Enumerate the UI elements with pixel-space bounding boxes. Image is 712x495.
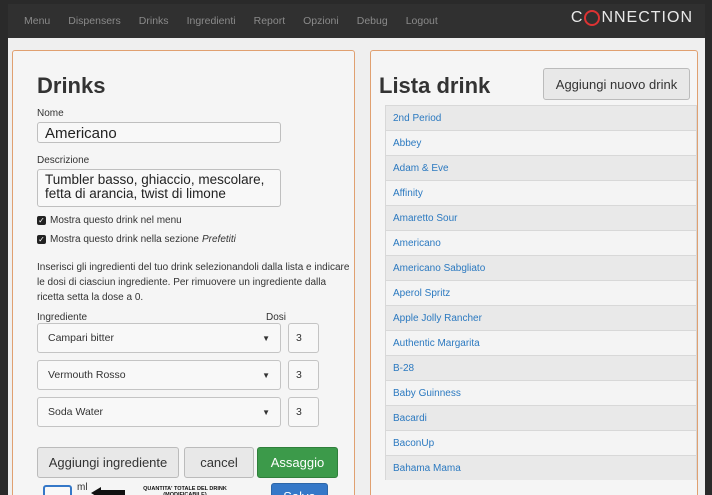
dose-input[interactable]: 3 — [288, 360, 319, 390]
save-button[interactable]: Salva — [271, 483, 328, 495]
nav-opzioni[interactable]: Opzioni — [303, 15, 339, 27]
drink-list-item[interactable]: Abbey — [385, 130, 697, 155]
logo-suffix: NNECTION — [601, 9, 693, 26]
top-navbar: Menu Dispensers Drinks Ingredienti Repor… — [8, 4, 705, 38]
logo-o-icon — [584, 10, 601, 26]
nav-logout[interactable]: Logout — [406, 15, 438, 27]
drink-list-item[interactable]: BaconUp — [385, 430, 697, 455]
logo-prefix: C — [570, 9, 584, 26]
ingredient-select[interactable]: Soda Water ▼ — [37, 397, 281, 427]
main-nav: Menu Dispensers Drinks Ingredienti Repor… — [24, 4, 456, 38]
app-screen: Menu Dispensers Drinks Ingredienti Repor… — [8, 4, 705, 495]
description-textarea[interactable]: Tumbler basso, ghiaccio, mescolare, fett… — [37, 169, 281, 207]
show-in-favorites-label: Mostra questo drink nella sezione — [50, 234, 199, 245]
nav-report[interactable]: Report — [254, 15, 286, 27]
ingredient-select-value: Campari bitter — [48, 332, 114, 344]
show-in-favorites-checkbox-row[interactable]: ✓ Mostra questo drink nella sezione Pref… — [37, 234, 236, 245]
ingredient-select-value: Vermouth Rosso — [48, 369, 126, 381]
dose-input[interactable]: 3 — [288, 323, 319, 353]
drink-list-item[interactable]: Apple Jolly Rancher — [385, 305, 697, 330]
brand-logo[interactable]: C NNECTION — [571, 9, 693, 27]
description-label: Descrizione — [37, 155, 90, 166]
nav-debug[interactable]: Debug — [357, 15, 388, 27]
nav-menu[interactable]: Menu — [24, 15, 50, 27]
drink-list-item[interactable]: Americano Sabgliato — [385, 255, 697, 280]
page-title: Drinks — [37, 73, 106, 98]
drink-list-item[interactable]: Authentic Margarita — [385, 330, 697, 355]
drink-list-item[interactable]: Aperol Spritz — [385, 280, 697, 305]
dose-column-header: Dosi — [266, 312, 287, 323]
show-in-menu-checkbox-row[interactable]: ✓ Mostra questo drink nel menu — [37, 215, 182, 226]
ingredient-select[interactable]: Campari bitter ▼ — [37, 323, 281, 353]
taste-button[interactable]: Assaggio — [257, 447, 338, 478]
show-in-menu-label: Mostra questo drink nel menu — [50, 215, 182, 226]
drink-list-item[interactable]: Bacardi — [385, 405, 697, 430]
total-unit-label: ml — [77, 482, 88, 493]
checkbox-checked-icon[interactable]: ✓ — [37, 216, 46, 225]
drink-list-item[interactable]: 2nd Period — [385, 105, 697, 130]
drink-list: 2nd Period Abbey Adam & Eve Affinity Ama… — [385, 105, 697, 480]
total-quantity-note: QUANTITA' TOTALE DEL DRINK (MODIFICABILE… — [143, 486, 227, 495]
dropdown-arrow-icon: ▼ — [262, 370, 270, 380]
dose-input[interactable]: 3 — [288, 397, 319, 427]
add-ingredient-button[interactable]: Aggiungi ingrediente — [37, 447, 179, 478]
ingredient-column-header: Ingrediente — [37, 312, 88, 323]
nav-ingredienti[interactable]: Ingredienti — [187, 15, 236, 27]
arrow-left-icon — [91, 487, 125, 495]
checkbox-checked-icon[interactable]: ✓ — [37, 235, 46, 244]
name-input[interactable]: Americano — [37, 122, 281, 143]
nav-drinks[interactable]: Drinks — [139, 15, 169, 27]
drink-list-item[interactable]: Baby Guinness — [385, 380, 697, 405]
drink-form-panel: Drinks Nome Americano Descrizione Tumble… — [12, 50, 355, 495]
add-new-drink-button[interactable]: Aggiungi nuovo drink — [543, 68, 690, 100]
total-quantity-input[interactable]: 90 — [43, 485, 72, 495]
drink-list-panel: Lista drink Aggiungi nuovo drink 2nd Per… — [370, 50, 698, 495]
drink-list-item[interactable]: Americano — [385, 230, 697, 255]
ingredient-select-value: Soda Water — [48, 406, 104, 418]
drink-list-item[interactable]: B-28 — [385, 355, 697, 380]
name-label: Nome — [37, 108, 64, 119]
drink-list-item[interactable]: Bahama Mama — [385, 455, 697, 480]
favorites-section-name: Prefetiti — [201, 234, 236, 245]
drink-list-item[interactable]: Amaretto Sour — [385, 205, 697, 230]
dropdown-arrow-icon: ▼ — [262, 407, 270, 417]
nav-dispensers[interactable]: Dispensers — [68, 15, 121, 27]
drink-list-item[interactable]: Affinity — [385, 180, 697, 205]
ingredient-select[interactable]: Vermouth Rosso ▼ — [37, 360, 281, 390]
dropdown-arrow-icon: ▼ — [262, 333, 270, 343]
ingredients-help-text: Inserisci gli ingredienti del tuo drink … — [37, 262, 350, 303]
drink-list-title: Lista drink — [379, 73, 491, 98]
drink-list-item[interactable]: Adam & Eve — [385, 155, 697, 180]
cancel-button[interactable]: cancel — [184, 447, 254, 478]
